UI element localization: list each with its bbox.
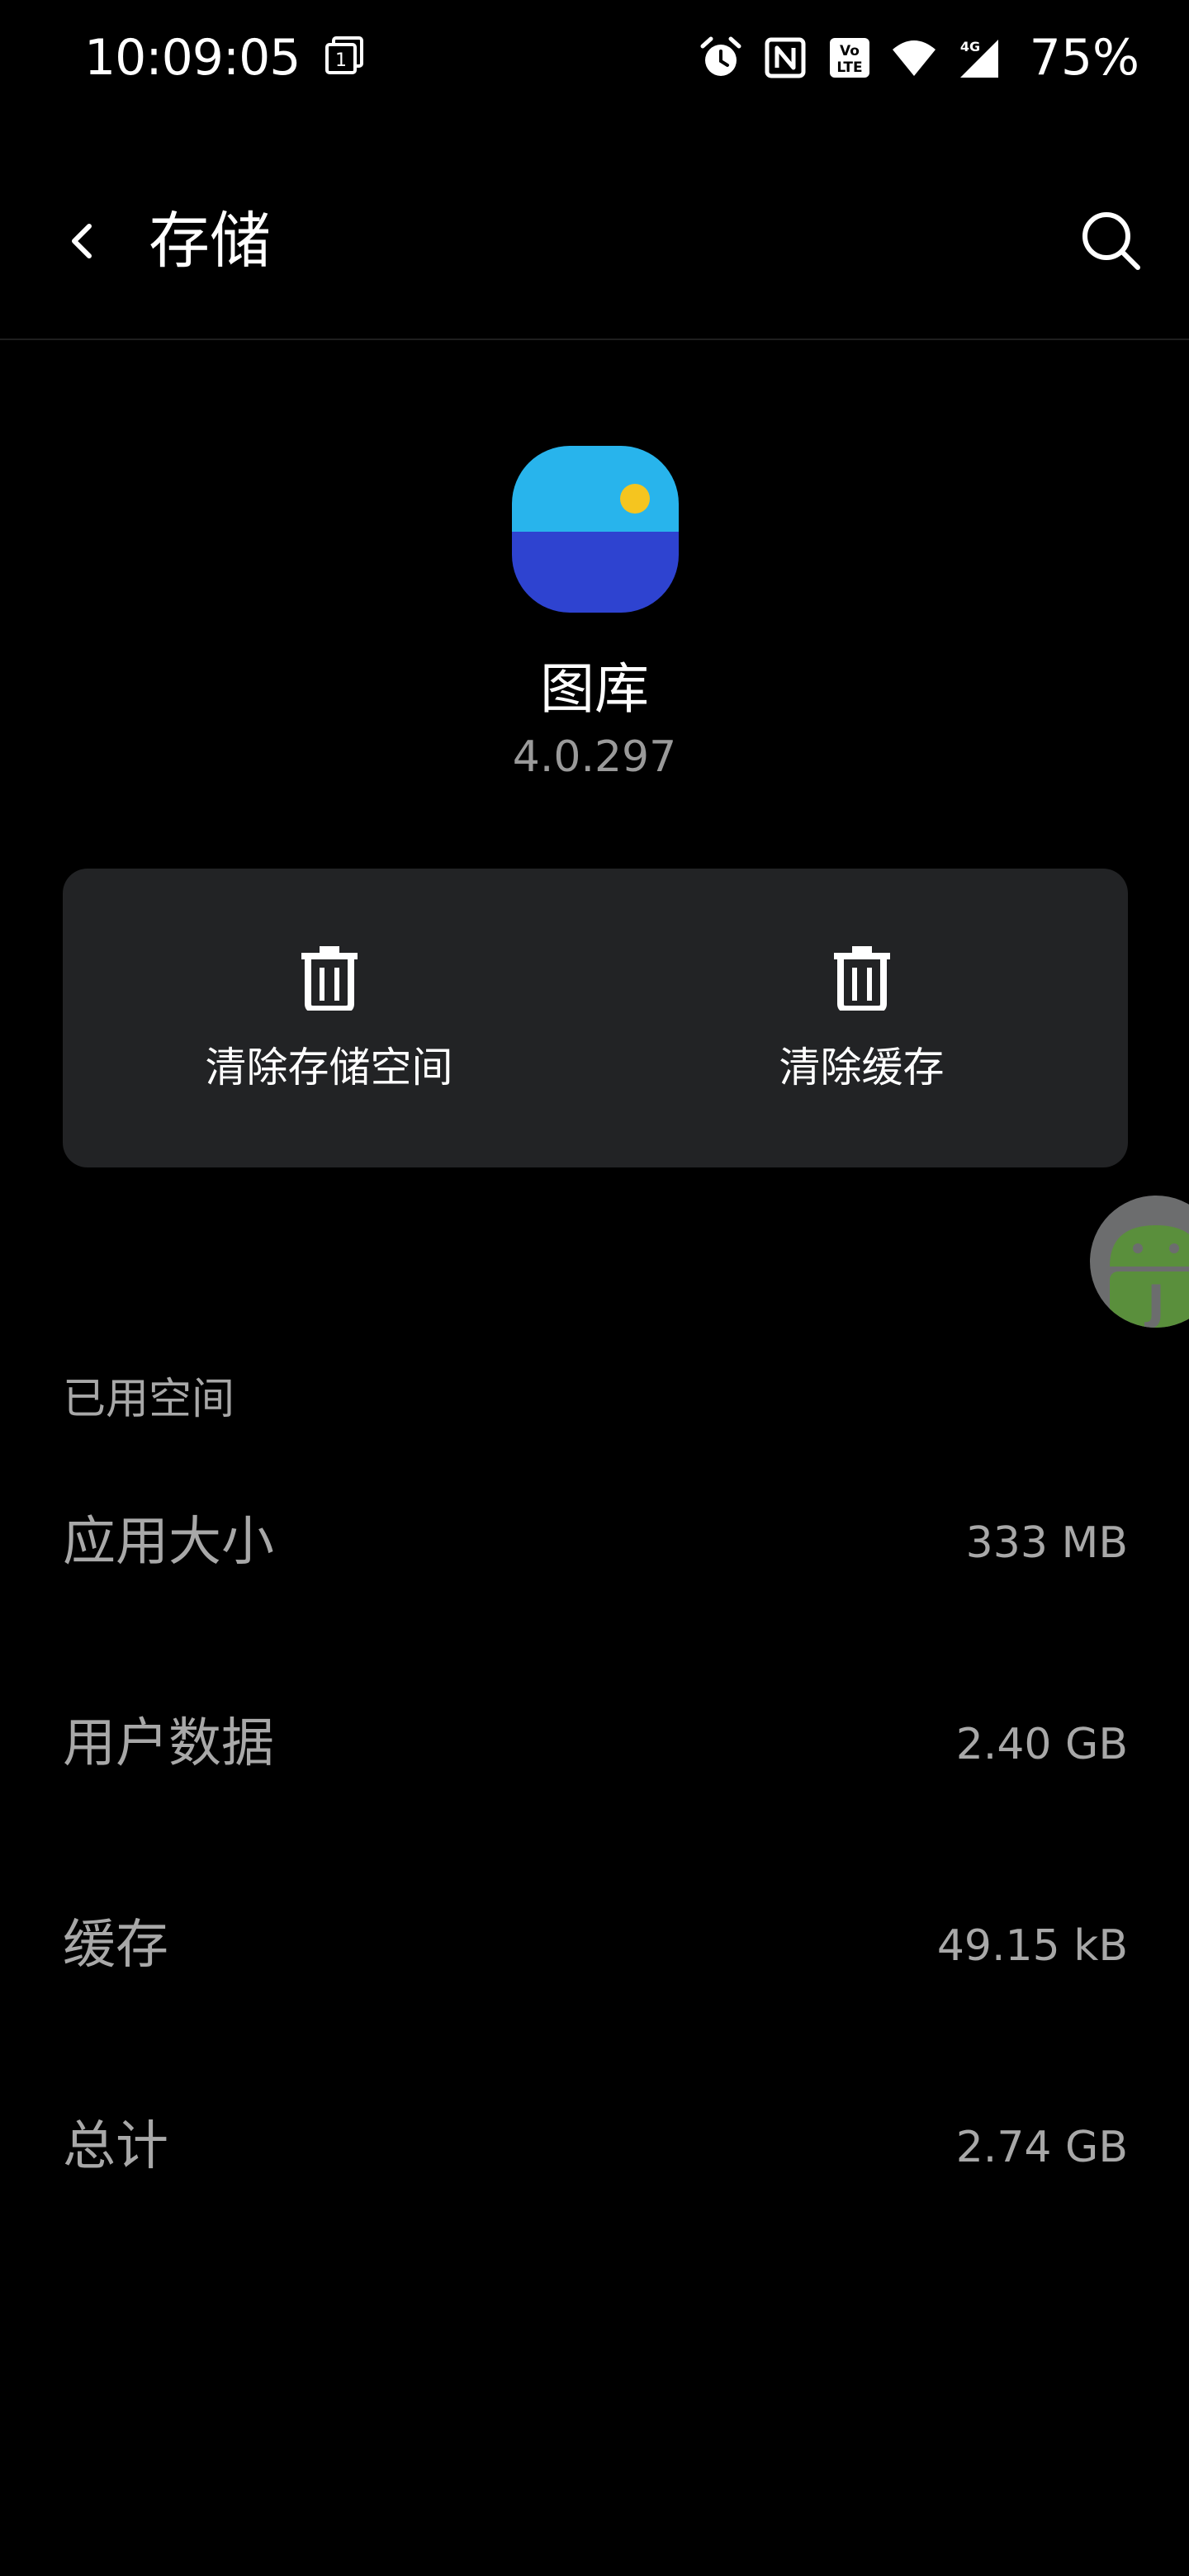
nfc-icon xyxy=(765,37,806,78)
svg-text:J: J xyxy=(1144,1275,1165,1328)
row-label: 用户数据 xyxy=(63,1713,274,1774)
android-j-icon: J xyxy=(1110,1225,1189,1328)
row-label: 缓存 xyxy=(63,1915,168,1976)
row-label: 应用大小 xyxy=(63,1512,274,1573)
alarm-icon xyxy=(700,36,741,76)
svg-text:4G: 4G xyxy=(960,39,980,54)
storage-actions-card: 清除存储空间 清除缓存 xyxy=(63,869,1128,1167)
clear-cache-button[interactable]: 清除缓存 xyxy=(595,869,1128,1167)
svg-text:LTE: LTE xyxy=(836,59,862,76)
signal-4g-icon: 4G xyxy=(960,39,998,78)
trash-icon xyxy=(833,946,890,1011)
section-header-used-space: 已用空间 xyxy=(63,1375,235,1424)
app-name: 图库 xyxy=(540,657,649,721)
clear-storage-button[interactable]: 清除存储空间 xyxy=(63,869,595,1167)
status-icons: Vo LTE 4G 75% xyxy=(698,30,1139,86)
notification-stack-icon: 1 xyxy=(325,36,363,74)
storage-row-app-size: 应用大小 333 MB xyxy=(63,1478,1128,1602)
row-value: 49.15 kB xyxy=(936,1921,1128,1971)
wifi-icon xyxy=(892,40,936,76)
trash-icon xyxy=(301,946,358,1011)
volte-icon: Vo LTE xyxy=(829,38,869,78)
storage-row-cache: 缓存 49.15 kB xyxy=(63,1881,1128,2005)
row-label: 总计 xyxy=(63,2116,168,2177)
svg-text:1: 1 xyxy=(335,50,347,71)
status-time: 10:09:05 xyxy=(84,29,301,87)
search-icon[interactable] xyxy=(1075,205,1148,277)
page-title: 存储 xyxy=(149,206,271,277)
battery-level: 75% xyxy=(1029,29,1139,87)
row-value: 2.40 GB xyxy=(955,1720,1128,1769)
back-arrow-icon[interactable] xyxy=(51,208,117,274)
app-version: 4.0.297 xyxy=(512,732,677,782)
app-bar: 存储 xyxy=(0,165,1189,340)
floating-assistant-bubble[interactable]: J xyxy=(1090,1196,1189,1328)
storage-row-total: 总计 2.74 GB xyxy=(63,2082,1128,2206)
svg-text:Vo: Vo xyxy=(840,43,860,59)
row-value: 333 MB xyxy=(965,1518,1128,1568)
clear-storage-label: 清除存储空间 xyxy=(205,1044,453,1091)
row-value: 2.74 GB xyxy=(955,2123,1128,2172)
status-bar: 10:09:05 1 Vo LTE 4G 75% xyxy=(0,0,1189,116)
storage-row-user-data: 用户数据 2.40 GB xyxy=(63,1679,1128,1803)
clear-cache-label: 清除缓存 xyxy=(779,1044,945,1091)
gallery-app-icon xyxy=(512,446,679,613)
